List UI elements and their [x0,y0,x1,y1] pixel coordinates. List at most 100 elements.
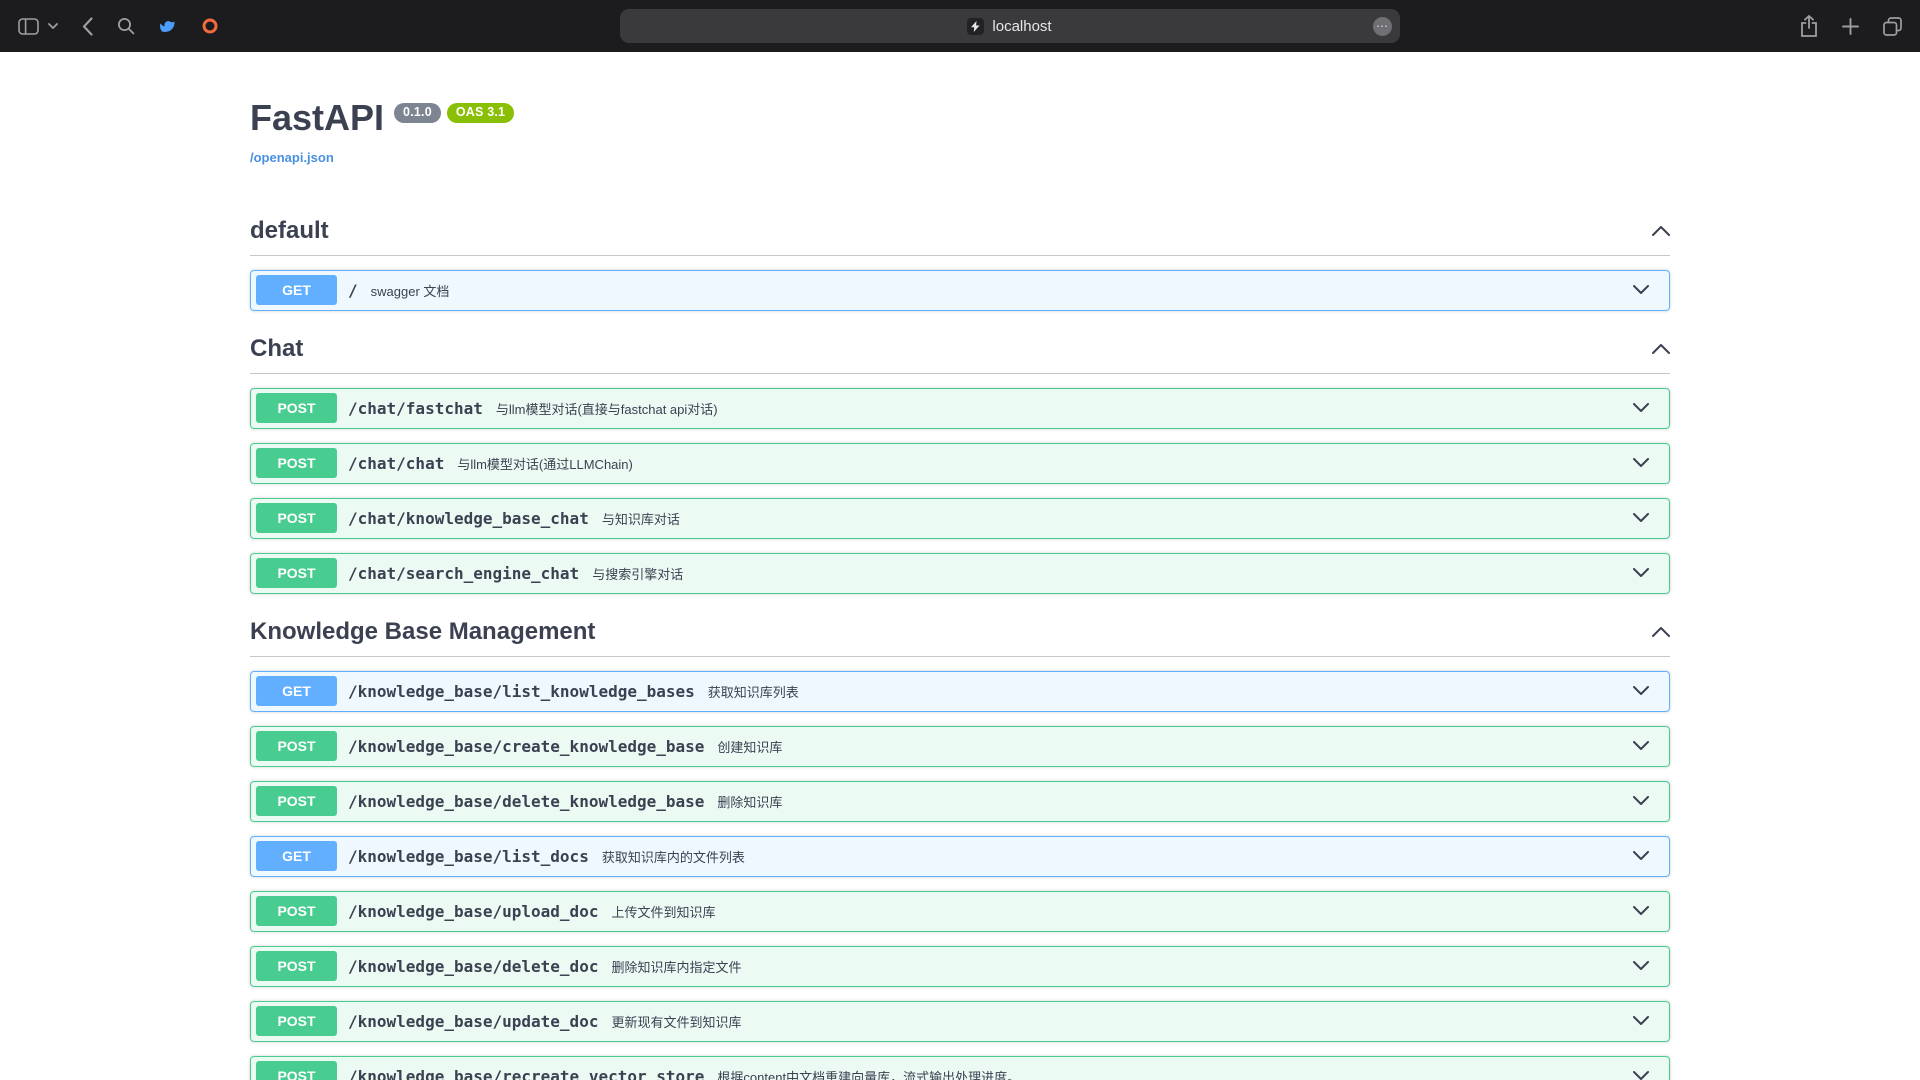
extension-bird-icon[interactable] [157,15,179,37]
expand-endpoint-icon[interactable] [1633,1071,1649,1080]
expand-endpoint-icon[interactable] [1633,458,1649,468]
endpoint-path: /knowledge_base/list_docs [348,847,589,866]
method-badge: GET [256,676,337,706]
page-menu-icon[interactable]: ⋯ [1373,17,1392,36]
endpoint-summary: 获取知识库内的文件列表 [602,847,1621,866]
api-badges: 0.1.0 OAS 3.1 [394,103,514,123]
back-icon[interactable] [80,15,95,38]
expand-endpoint-icon[interactable] [1633,906,1649,916]
endpoint-path: /knowledge_base/delete_doc [348,957,598,976]
openapi-spec-link[interactable]: /openapi.json [250,150,334,165]
collapse-section-icon[interactable] [1652,225,1670,236]
method-badge: POST [256,393,337,423]
expand-endpoint-icon[interactable] [1633,403,1649,413]
endpoint-summary: 根据content中文档重建向量库，流式输出处理进度。 [717,1067,1621,1080]
endpoint-path: /knowledge_base/create_knowledge_base [348,737,704,756]
endpoint-path: /knowledge_base/update_doc [348,1012,598,1031]
method-badge: POST [256,786,337,816]
extension-ring-icon[interactable] [199,15,221,37]
endpoint-summary: 与llm模型对话(直接与fastchat api对话) [496,399,1621,418]
endpoint-summary: 与llm模型对话(通过LLMChain) [457,454,1621,473]
api-sections: default GET / swagger 文档 Chat POST/chat/fastc… [250,207,1670,1080]
browser-toolbar: localhost ⋯ [0,0,1920,52]
expand-endpoint-icon[interactable] [1633,961,1649,971]
page-title: FastAPI 0.1.0 OAS 3.1 [250,98,1670,138]
address-text: localhost [992,18,1051,35]
endpoint-path: /chat/knowledge_base_chat [348,509,589,528]
method-badge: POST [256,558,337,588]
endpoint-summary: 获取知识库列表 [708,682,1621,701]
expand-endpoint-icon[interactable] [1633,568,1649,578]
method-badge: POST [256,503,337,533]
address-bar[interactable]: localhost ⋯ [620,9,1400,43]
endpoint-summary: 删除知识库 [717,792,1621,811]
share-icon[interactable] [1798,13,1820,39]
method-badge: POST [256,1006,337,1036]
api-title-text: FastAPI [250,98,384,138]
endpoint-path: / [348,281,358,300]
tab-overview-icon[interactable] [1881,15,1904,38]
endpoint-row-get[interactable]: GET/knowledge_base/list_knowledge_bases 获… [250,671,1670,712]
operations-list: GET/knowledge_base/list_knowledge_bases 获… [250,671,1670,1080]
api-tag-section: Chat POST/chat/fastchat 与llm模型对话(直接与fastch… [250,325,1670,594]
expand-endpoint-icon[interactable] [1633,851,1649,861]
endpoint-summary: 与知识库对话 [602,509,1621,528]
endpoint-path: /chat/fastchat [348,399,483,418]
collapse-section-icon[interactable] [1652,343,1670,354]
method-badge: POST [256,731,337,761]
api-info: FastAPI 0.1.0 OAS 3.1 /openapi.json [250,52,1670,167]
section-title: Knowledge Base Management [250,618,595,646]
operations-list: GET / swagger 文档 [250,270,1670,311]
endpoint-row-post[interactable]: POST/chat/fastchat 与llm模型对话(直接与fastchat a… [250,388,1670,429]
endpoint-row-post[interactable]: POST/knowledge_base/recreate_vector_stor… [250,1056,1670,1080]
expand-endpoint-icon[interactable] [1633,741,1649,751]
api-tag-section: default GET / swagger 文档 [250,207,1670,311]
endpoint-row-post[interactable]: POST/chat/search_engine_chat 与搜索引擎对话 [250,553,1670,594]
sidebar-toggle-icon[interactable] [16,16,41,37]
method-badge: POST [256,896,337,926]
expand-endpoint-icon[interactable] [1633,513,1649,523]
endpoint-row-post[interactable]: POST/knowledge_base/create_knowledge_bas… [250,726,1670,767]
endpoint-path: /knowledge_base/recreate_vector_store [348,1067,704,1080]
endpoint-path: /knowledge_base/upload_doc [348,902,598,921]
section-title: Chat [250,335,303,363]
method-badge: GET [256,275,337,305]
section-header[interactable]: default [250,207,1670,256]
expand-endpoint-icon[interactable] [1633,686,1649,696]
operations-list: POST/chat/fastchat 与llm模型对话(直接与fastchat a… [250,388,1670,594]
search-icon[interactable] [115,15,137,37]
endpoint-row-post[interactable]: POST/knowledge_base/delete_knowledge_bas… [250,781,1670,822]
oas-badge: OAS 3.1 [447,103,514,123]
endpoint-path: /knowledge_base/delete_knowledge_base [348,792,704,811]
expand-endpoint-icon[interactable] [1633,796,1649,806]
new-tab-icon[interactable] [1840,16,1861,37]
endpoint-summary: 删除知识库内指定文件 [611,957,1621,976]
section-header[interactable]: Knowledge Base Management [250,608,1670,657]
section-header[interactable]: Chat [250,325,1670,374]
version-badge: 0.1.0 [394,103,441,123]
sidebar-chevron-down-icon[interactable] [46,21,60,31]
endpoint-summary: swagger 文档 [371,281,1621,300]
method-badge: POST [256,448,337,478]
expand-endpoint-icon[interactable] [1633,1016,1649,1026]
section-title: default [250,217,329,245]
swagger-page: FastAPI 0.1.0 OAS 3.1 /openapi.json defa… [0,52,1920,1080]
endpoint-row-get[interactable]: GET / swagger 文档 [250,270,1670,311]
collapse-section-icon[interactable] [1652,626,1670,637]
endpoint-summary: 更新现有文件到知识库 [611,1012,1621,1031]
endpoint-path: /chat/search_engine_chat [348,564,579,583]
endpoint-row-get[interactable]: GET/knowledge_base/list_docs 获取知识库内的文件列表 [250,836,1670,877]
endpoint-row-post[interactable]: POST/chat/knowledge_base_chat 与知识库对话 [250,498,1670,539]
expand-endpoint-icon[interactable] [1633,285,1649,295]
endpoint-row-post[interactable]: POST/knowledge_base/update_doc 更新现有文件到知识库 [250,1001,1670,1042]
endpoint-path: /knowledge_base/list_knowledge_bases [348,682,695,701]
endpoint-row-post[interactable]: POST/knowledge_base/upload_doc 上传文件到知识库 [250,891,1670,932]
api-tag-section: Knowledge Base Management GET/knowledge_b… [250,608,1670,1080]
endpoint-row-post[interactable]: POST/knowledge_base/delete_doc删除知识库内指定文件 [250,946,1670,987]
method-badge: GET [256,841,337,871]
endpoint-path: /chat/chat [348,454,444,473]
endpoint-summary: 与搜索引擎对话 [592,564,1621,583]
endpoint-summary: 上传文件到知识库 [611,902,1621,921]
endpoint-row-post[interactable]: POST/chat/chat 与llm模型对话(通过LLMChain) [250,443,1670,484]
endpoint-summary: 创建知识库 [717,737,1621,756]
